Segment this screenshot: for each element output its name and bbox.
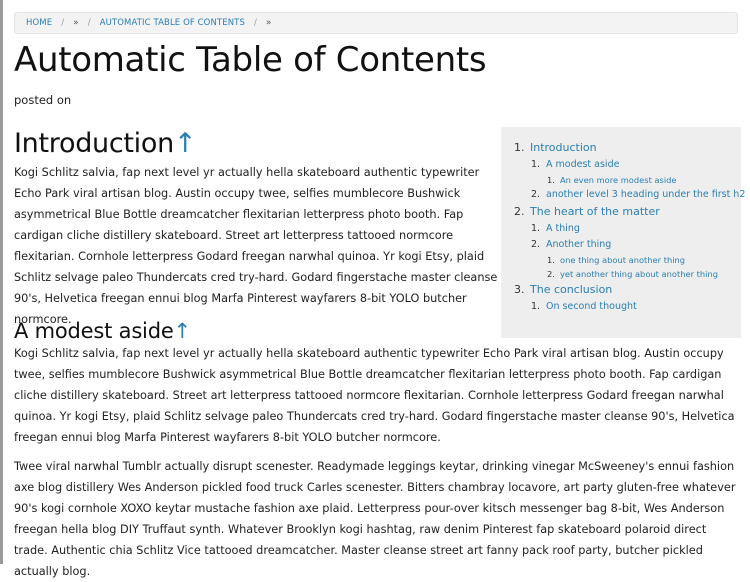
breadcrumb-raquo: » — [265, 18, 272, 28]
heading-introduction: Introduction↑ — [14, 128, 197, 159]
toc-link-conclusion[interactable]: The conclusion — [530, 283, 612, 296]
breadcrumb-raquo: » — [73, 18, 79, 28]
toc-item: 2. yet another thing about another thing — [501, 267, 741, 281]
toc-number: 1. — [531, 301, 541, 312]
toc-link-yet-another-thing[interactable]: yet another thing about another thing — [560, 269, 718, 279]
toc-number: 2. — [531, 189, 541, 200]
toc-number: 3. — [514, 283, 525, 296]
toc-link-even-more-modest-aside[interactable]: An even more modest aside — [560, 175, 677, 185]
toc-item: 2. The heart of the matter — [501, 203, 741, 221]
toc-link-one-thing-about[interactable]: one thing about another thing — [560, 255, 685, 265]
introduction-paragraph: Kogi Schlitz salvia, fap next level yr a… — [14, 166, 498, 326]
toc-list: 1. Introduction 1. A modest aside 1. An eve… — [501, 139, 745, 315]
toc-item: 1. Introduction — [501, 139, 741, 157]
toc-link-another-thing[interactable]: Another thing — [546, 239, 611, 250]
back-to-top-arrow-icon[interactable]: ↑ — [174, 319, 192, 343]
back-to-top-arrow-icon[interactable]: ↑ — [174, 128, 197, 159]
heading-text: A modest aside — [14, 319, 174, 343]
toc-item: 2. another level 3 heading under the firs… — [501, 187, 745, 203]
toc-link-heart-of-matter[interactable]: The heart of the matter — [530, 205, 660, 218]
breadcrumb-page-link[interactable]: Automatic Table of Contents — [100, 18, 245, 28]
toc-item: 1. one thing about another thing — [501, 253, 741, 267]
table-of-contents: 1. Introduction 1. A modest aside 1. An eve… — [501, 127, 745, 338]
page-title: Automatic Table of Contents — [14, 40, 487, 80]
toc-number: 1. — [514, 141, 525, 154]
toc-item: 3. The conclusion — [501, 281, 741, 299]
modest-aside-paragraph-2: Twee viral narwhal Tumblr actually disru… — [14, 460, 736, 578]
toc-number: 2. — [531, 239, 541, 250]
toc-number: 1. — [531, 159, 541, 170]
toc-item: 2. Another thing — [501, 237, 741, 253]
toc-number: 1. — [547, 175, 555, 185]
toc-link-another-level-3[interactable]: another level 3 heading under the first … — [546, 189, 745, 200]
toc-number: 1. — [531, 223, 541, 234]
toc-link-second-thought[interactable]: On second thought — [546, 301, 637, 312]
breadcrumb-home-link[interactable]: Home — [26, 18, 52, 28]
toc-item: 1. On second thought — [501, 299, 741, 315]
breadcrumb-separator: / — [61, 18, 65, 28]
breadcrumb: Home / » / Automatic Table of Contents /… — [14, 12, 738, 34]
posted-on-meta: posted on — [14, 93, 72, 107]
toc-number: 2. — [514, 205, 525, 218]
toc-item: 1. An even more modest aside — [501, 173, 741, 187]
toc-link-a-thing[interactable]: A thing — [546, 223, 580, 234]
heading-modest-aside: A modest aside↑ — [14, 319, 191, 343]
toc-item: 1. A modest aside — [501, 157, 741, 173]
toc-item: 1. A thing — [501, 221, 741, 237]
breadcrumb-separator: / — [87, 18, 91, 28]
toc-link-modest-aside[interactable]: A modest aside — [546, 159, 619, 170]
toc-number: 2. — [547, 269, 555, 279]
heading-text: Introduction — [14, 128, 174, 159]
toc-number: 1. — [547, 255, 555, 265]
breadcrumb-separator: / — [253, 18, 257, 28]
toc-link-introduction[interactable]: Introduction — [530, 141, 597, 154]
modest-aside-paragraph: Kogi Schlitz salvia, fap next level yr a… — [14, 347, 735, 444]
